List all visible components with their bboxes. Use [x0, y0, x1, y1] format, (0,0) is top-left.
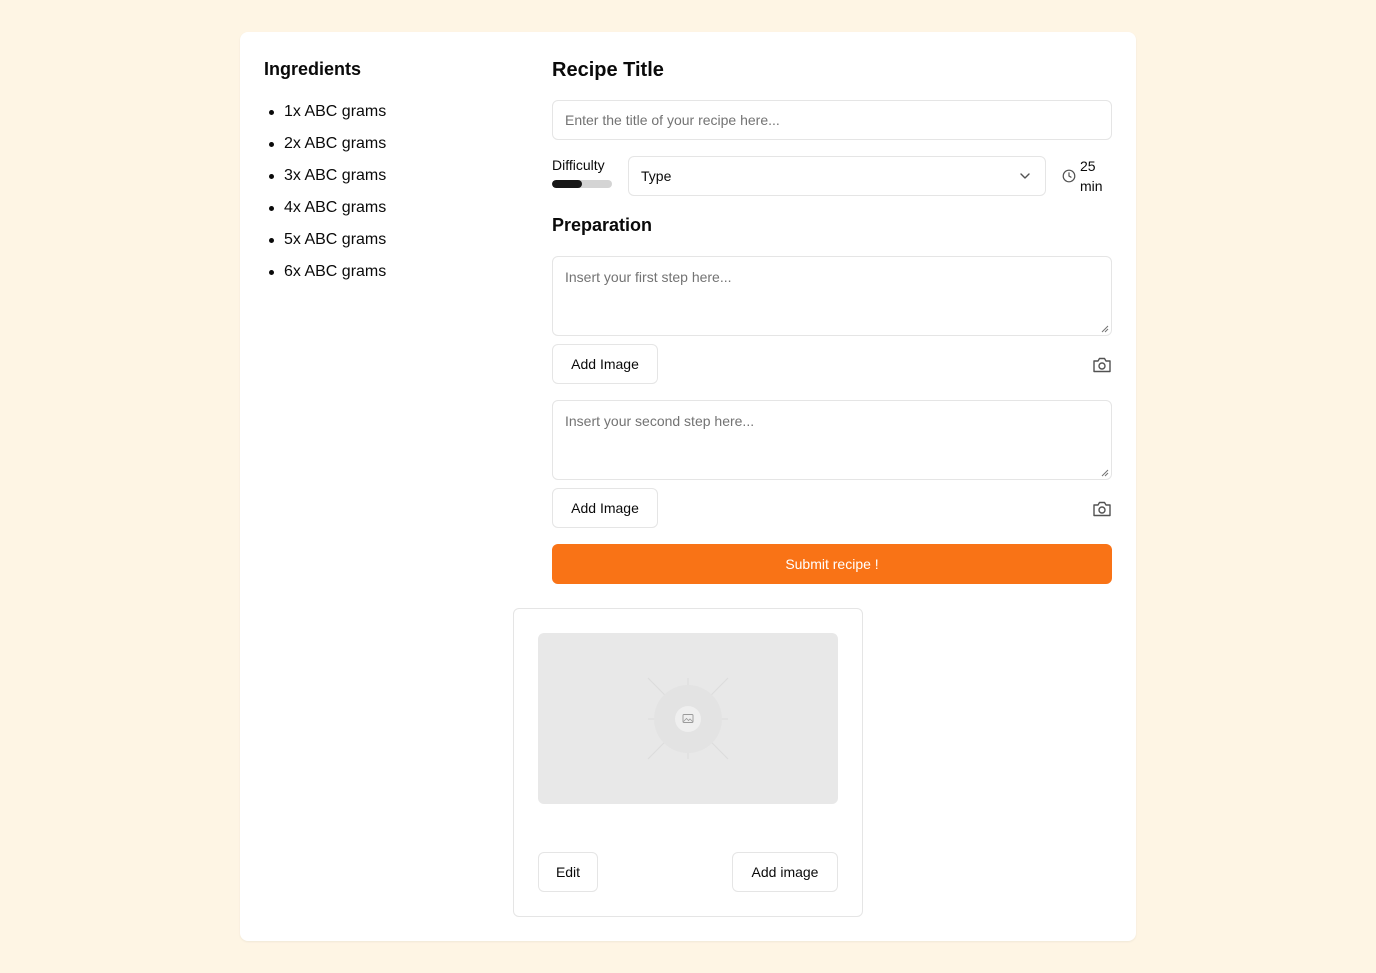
camera-icon[interactable] — [1092, 356, 1112, 374]
step-1-textarea[interactable]: Insert your first step here... — [552, 256, 1112, 336]
type-select-value: Type — [641, 168, 672, 184]
cook-time: 25 min — [1080, 158, 1103, 194]
ingredient-item: 2x ABC grams — [264, 132, 386, 164]
difficulty-meter[interactable] — [552, 180, 612, 188]
image-placeholder-icon — [647, 677, 729, 760]
chevron-down-icon — [1020, 173, 1030, 179]
step-1-add-image-button[interactable]: Add Image — [552, 344, 658, 384]
camera-icon[interactable] — [1092, 500, 1112, 518]
image-placeholder — [538, 633, 838, 804]
submit-recipe-button[interactable]: Submit recipe ! — [552, 544, 1112, 584]
recipe-title-input[interactable]: Enter the title of your recipe here... — [552, 100, 1112, 140]
resize-grip-icon[interactable] — [1101, 325, 1109, 333]
ingredients-list: 1x ABC grams 2x ABC grams 3x ABC grams 4… — [264, 100, 386, 292]
step-2-add-image-button[interactable]: Add Image — [552, 488, 658, 528]
step-2-textarea[interactable]: Insert your second step here... — [552, 400, 1112, 480]
step-1-placeholder: Insert your first step here... — [565, 269, 732, 285]
type-select[interactable]: Type — [628, 156, 1046, 196]
clock-icon — [1062, 169, 1076, 183]
image-card: Edit Add image — [513, 608, 863, 917]
ingredients-heading: Ingredients — [264, 59, 362, 79]
edit-button[interactable]: Edit — [538, 852, 598, 892]
recipe-title-heading: Recipe Title — [552, 59, 664, 81]
difficulty-label: Difficulty — [552, 157, 605, 173]
ingredient-item: 1x ABC grams — [264, 100, 386, 132]
resize-grip-icon[interactable] — [1101, 469, 1109, 477]
preparation-heading: Preparation — [552, 215, 653, 235]
add-image-button[interactable]: Add image — [732, 852, 838, 892]
difficulty-meter-fill — [552, 180, 582, 188]
ingredient-item: 4x ABC grams — [264, 196, 386, 228]
ingredient-item: 6x ABC grams — [264, 260, 386, 292]
ingredient-item: 5x ABC grams — [264, 228, 386, 260]
step-2-placeholder: Insert your second step here... — [565, 413, 755, 429]
recipe-card: Ingredients 1x ABC grams 2x ABC grams 3x… — [240, 32, 1136, 941]
ingredient-item: 3x ABC grams — [264, 164, 386, 196]
